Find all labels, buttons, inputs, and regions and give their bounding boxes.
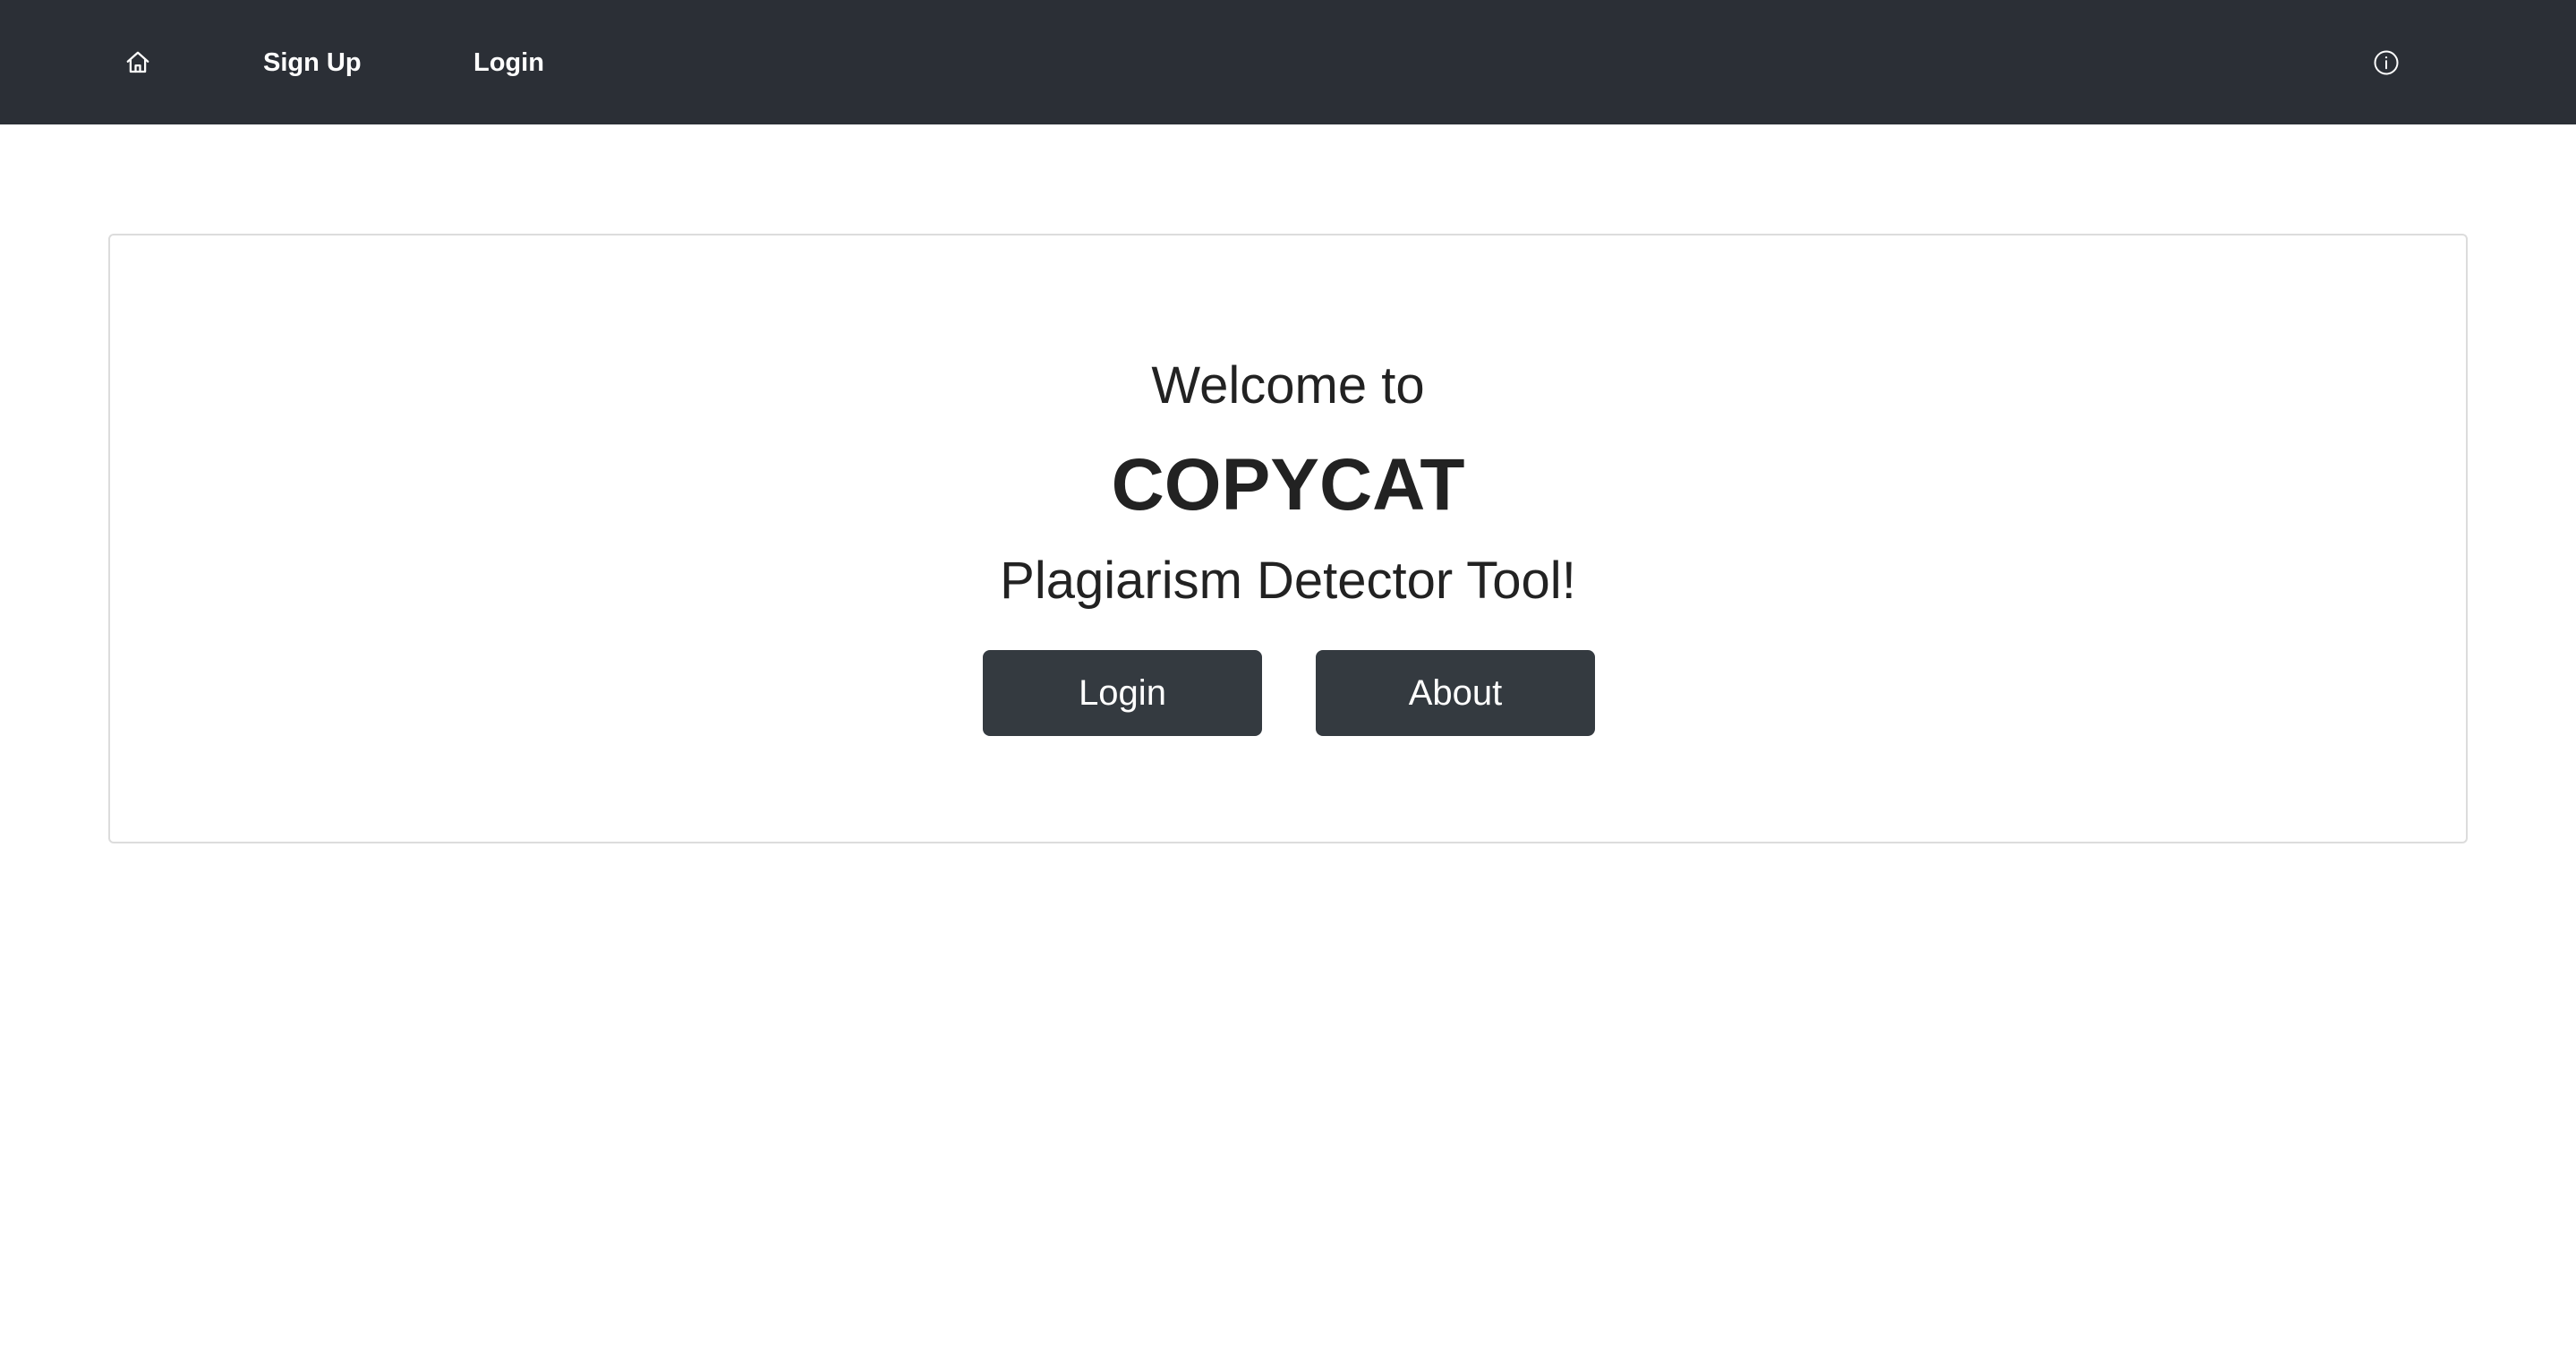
- welcome-card: [108, 234, 2468, 843]
- nav-info-button[interactable]: [2370, 47, 2402, 79]
- about-button[interactable]: About: [1316, 650, 1595, 736]
- brand-title: COPYCAT: [1111, 444, 1465, 526]
- info-icon: [2374, 50, 2399, 75]
- tagline-text: Plagiarism Detector Tool!: [1000, 552, 1576, 610]
- nav-home-link[interactable]: [122, 47, 154, 79]
- nav-login-link[interactable]: Login: [473, 45, 544, 81]
- login-button[interactable]: Login: [983, 650, 1262, 736]
- home-icon: [126, 51, 149, 73]
- nav-signup-link[interactable]: Sign Up: [263, 45, 362, 81]
- welcome-heading: Welcome to: [1151, 356, 1425, 415]
- top-navbar: Sign Up Login: [0, 0, 2576, 124]
